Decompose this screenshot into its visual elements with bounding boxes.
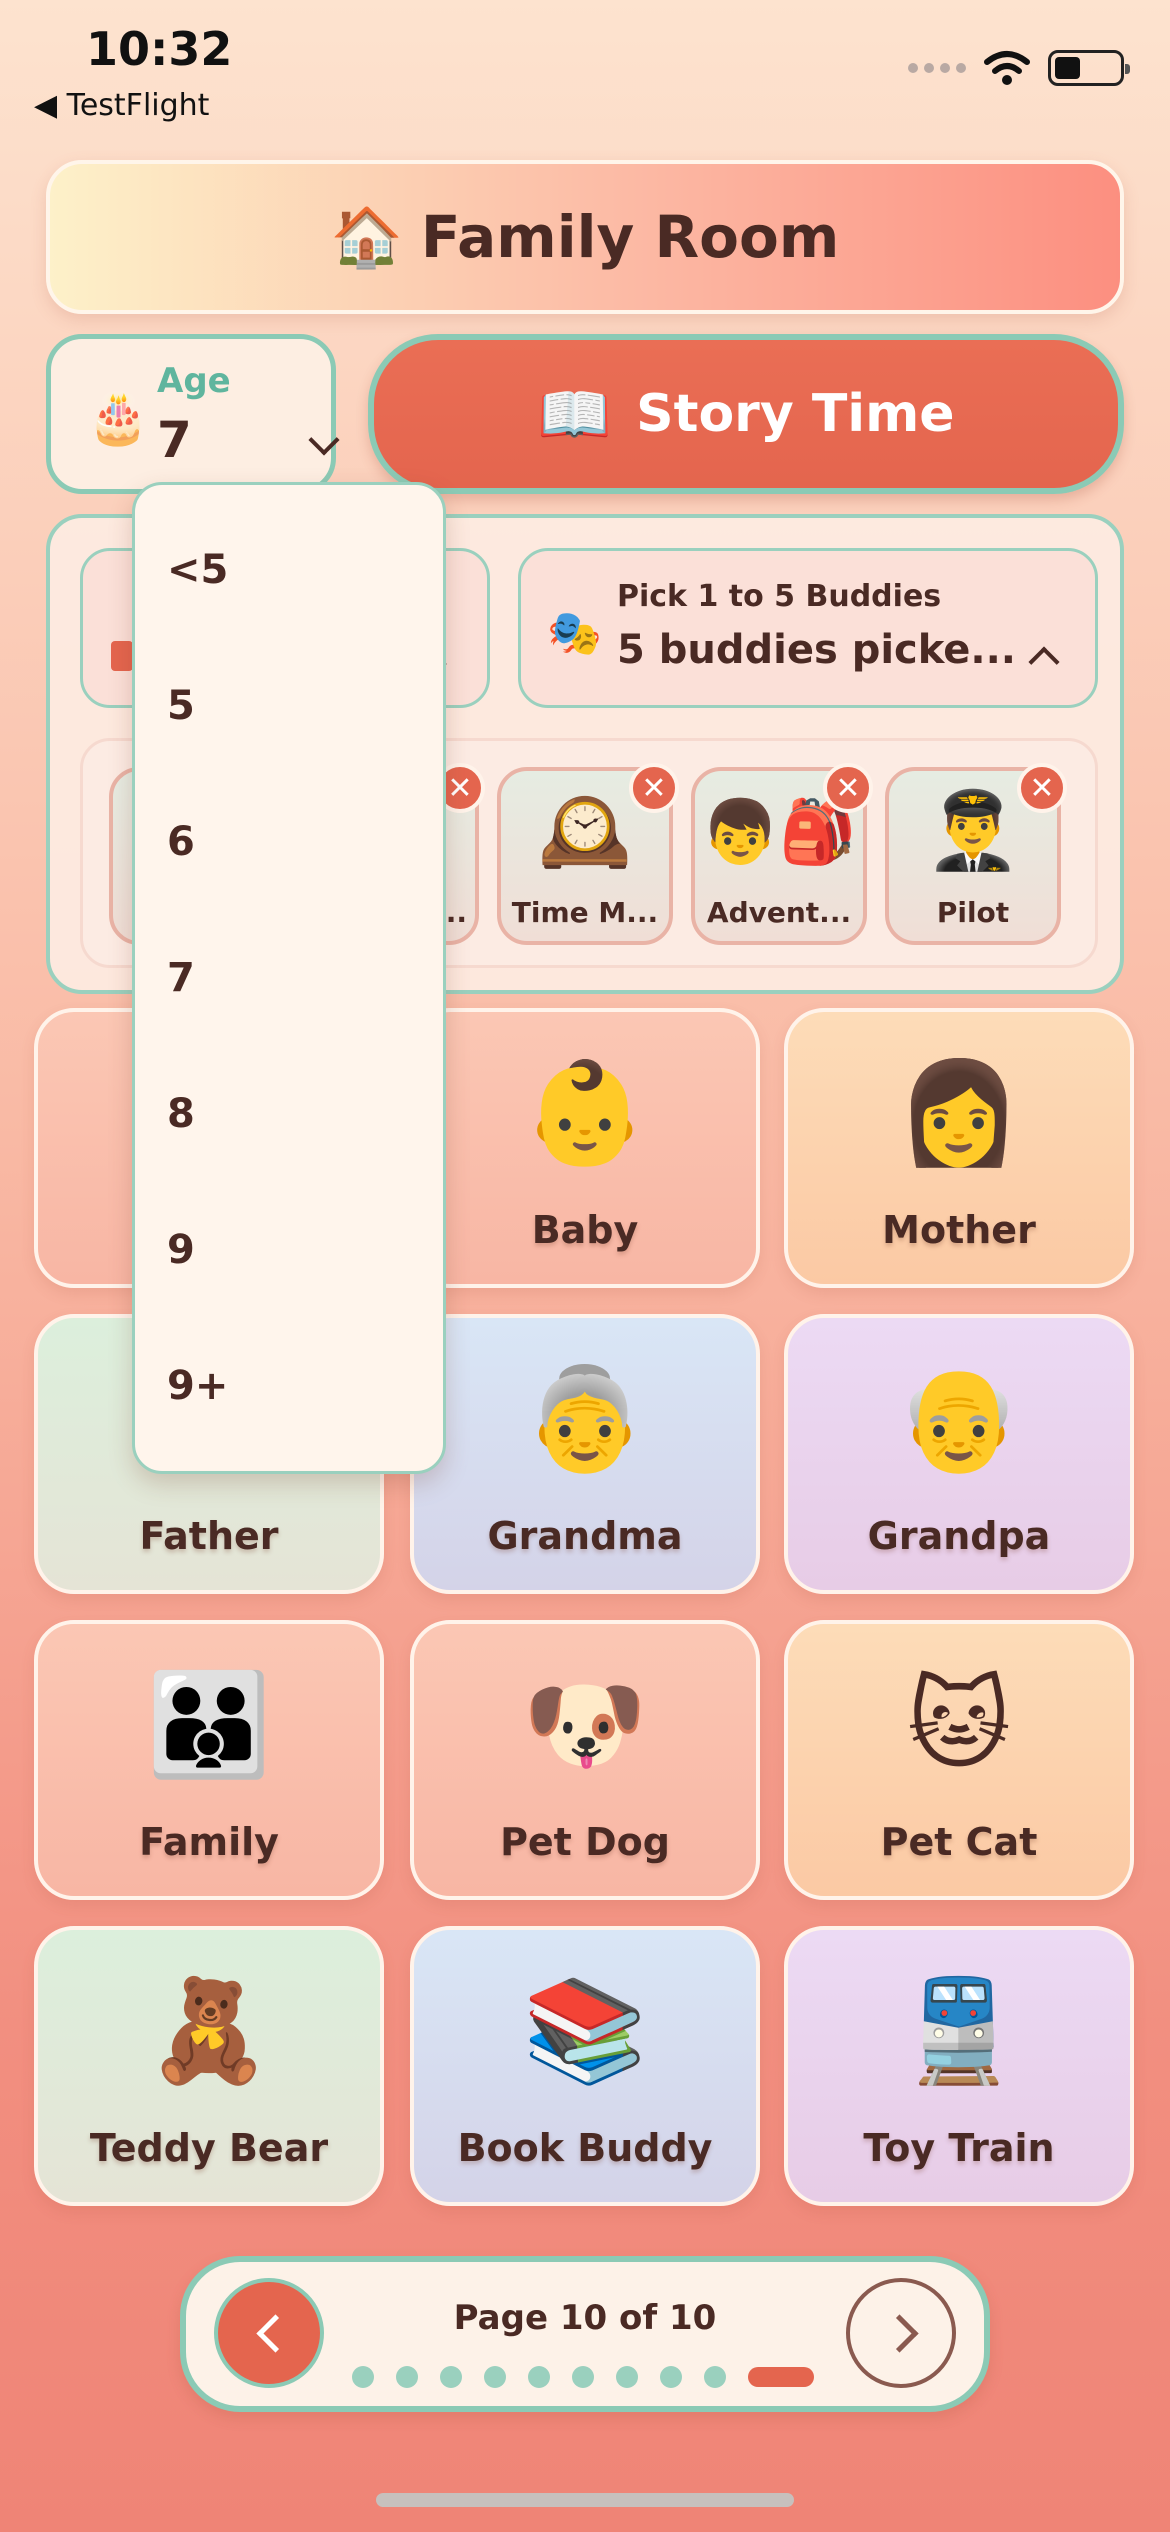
page-dot[interactable] — [660, 2366, 682, 2388]
character-card-book-buddy[interactable]: 📚 Book Buddy — [410, 1926, 760, 2206]
chevron-down-icon — [308, 424, 340, 456]
character-label: Mother — [882, 1208, 1036, 1252]
clock: 10:32 — [86, 22, 233, 76]
next-page-button[interactable] — [846, 2278, 956, 2388]
character-card-baby[interactable]: 👶 Baby — [410, 1008, 760, 1288]
page-dot[interactable] — [704, 2366, 726, 2388]
character-label: Teddy Bear — [89, 2126, 329, 2170]
wifi-icon — [984, 51, 1030, 85]
selected-buddy-chip[interactable]: 🕰️ Time M... ✕ — [497, 763, 679, 945]
character-card-pet-cat[interactable]: 🐱 Pet Cat — [784, 1620, 1134, 1900]
room-title-bar: 🏠 Family Room — [46, 160, 1124, 314]
character-label: Grandma — [487, 1514, 683, 1558]
character-label: Book Buddy — [457, 2126, 713, 2170]
age-label: Age — [157, 361, 231, 401]
character-label: Pet Cat — [880, 1820, 1038, 1864]
back-to-testflight-link[interactable]: ◀ TestFlight — [34, 88, 209, 123]
character-card-teddy-bear[interactable]: 🧸 Teddy Bear — [34, 1926, 384, 2206]
buddy-name: Pilot — [936, 896, 1010, 929]
remove-buddy-button[interactable]: ✕ — [1017, 763, 1067, 813]
age-value: 7 — [157, 411, 192, 469]
room-title: Family Room — [420, 203, 840, 271]
buddy-picker[interactable]: 🎭 Pick 1 to 5 Buddies 5 buddies picke... — [518, 548, 1098, 708]
story-time-label: Story Time — [636, 384, 955, 444]
character-label: Toy Train — [863, 2126, 1055, 2170]
character-label: Father — [139, 1514, 279, 1558]
books-icon: 📚 — [522, 1972, 648, 2089]
page-dots — [352, 2366, 814, 2388]
page-dot[interactable] — [396, 2366, 418, 2388]
age-option-9[interactable]: 9 — [167, 1227, 195, 1273]
status-bar: 10:32 ◀ TestFlight — [0, 0, 1170, 140]
age-option-9-plus[interactable]: 9+ — [167, 1363, 228, 1409]
character-card-pet-dog[interactable]: 🐶 Pet Dog — [410, 1620, 760, 1900]
remove-buddy-button[interactable]: ✕ — [823, 763, 873, 813]
page-dot[interactable] — [352, 2366, 374, 2388]
house-icon: 🏠 — [330, 202, 403, 271]
page-dot[interactable] — [528, 2366, 550, 2388]
page-dot-active[interactable] — [748, 2367, 814, 2387]
buddy-picker-value: 5 buddies picke... — [617, 627, 1017, 673]
story-time-button[interactable]: 📖 Story Time — [368, 334, 1124, 494]
character-card-family[interactable]: 👪 Family — [34, 1620, 384, 1900]
status-icons — [908, 50, 1130, 86]
baby-icon: 👶 — [522, 1054, 648, 1171]
page-dot[interactable] — [484, 2366, 506, 2388]
selected-buddy-chip[interactable]: 👦🎒 Advent... ✕ — [691, 763, 873, 945]
character-card-grandma[interactable]: 👵 Grandma — [410, 1314, 760, 1594]
buddy-name: Time M... — [511, 896, 659, 929]
character-label: Baby — [531, 1208, 639, 1252]
dog-icon: 🐶 — [522, 1666, 648, 1783]
character-card-mother[interactable]: 👩 Mother — [784, 1008, 1134, 1288]
mother-icon: 👩 — [896, 1054, 1022, 1171]
cat-icon: 🐱 — [906, 1666, 1012, 1783]
family-icon: 👪 — [146, 1666, 272, 1783]
page-dot[interactable] — [616, 2366, 638, 2388]
theater-masks-icon: 🎭 — [547, 608, 602, 659]
character-label: Pet Dog — [500, 1820, 670, 1864]
character-label: Grandpa — [867, 1514, 1051, 1558]
age-option-8[interactable]: 8 — [167, 1091, 195, 1137]
birthday-cake-icon: 🎂 — [87, 389, 150, 447]
page-dot[interactable] — [440, 2366, 462, 2388]
book-icon: 📖 — [537, 379, 613, 450]
chevron-up-icon — [1028, 646, 1060, 678]
page-dot[interactable] — [572, 2366, 594, 2388]
teddy-bear-icon: 🧸 — [146, 1972, 272, 2089]
battery-icon — [1048, 50, 1130, 86]
cellular-signal-icon — [908, 63, 966, 73]
pagination-bar: Page 10 of 10 — [180, 2256, 990, 2412]
age-option-under-5[interactable]: <5 — [167, 547, 228, 593]
age-selector[interactable]: 🎂 Age 7 — [46, 334, 340, 494]
selected-buddy-chip[interactable]: 👨‍✈️ Pilot ✕ — [885, 763, 1067, 945]
theme-icon — [111, 641, 133, 671]
character-card-grandpa[interactable]: 👴 Grandpa — [784, 1314, 1134, 1594]
age-option-7[interactable]: 7 — [167, 955, 195, 1001]
buddy-name: Advent... — [706, 896, 852, 929]
age-option-6[interactable]: 6 — [167, 819, 195, 865]
character-label: Family — [139, 1820, 279, 1864]
age-option-5[interactable]: 5 — [167, 683, 195, 729]
age-dropdown-menu: <5 5 6 7 8 9 9+ — [132, 482, 446, 1474]
grandpa-icon: 👴 — [896, 1360, 1022, 1477]
grandma-icon: 👵 — [522, 1360, 648, 1477]
home-indicator — [376, 2493, 794, 2507]
train-icon: 🚆 — [896, 1972, 1022, 2089]
remove-buddy-button[interactable]: ✕ — [629, 763, 679, 813]
character-card-toy-train[interactable]: 🚆 Toy Train — [784, 1926, 1134, 2206]
buddy-picker-hint: Pick 1 to 5 Buddies — [617, 579, 942, 614]
